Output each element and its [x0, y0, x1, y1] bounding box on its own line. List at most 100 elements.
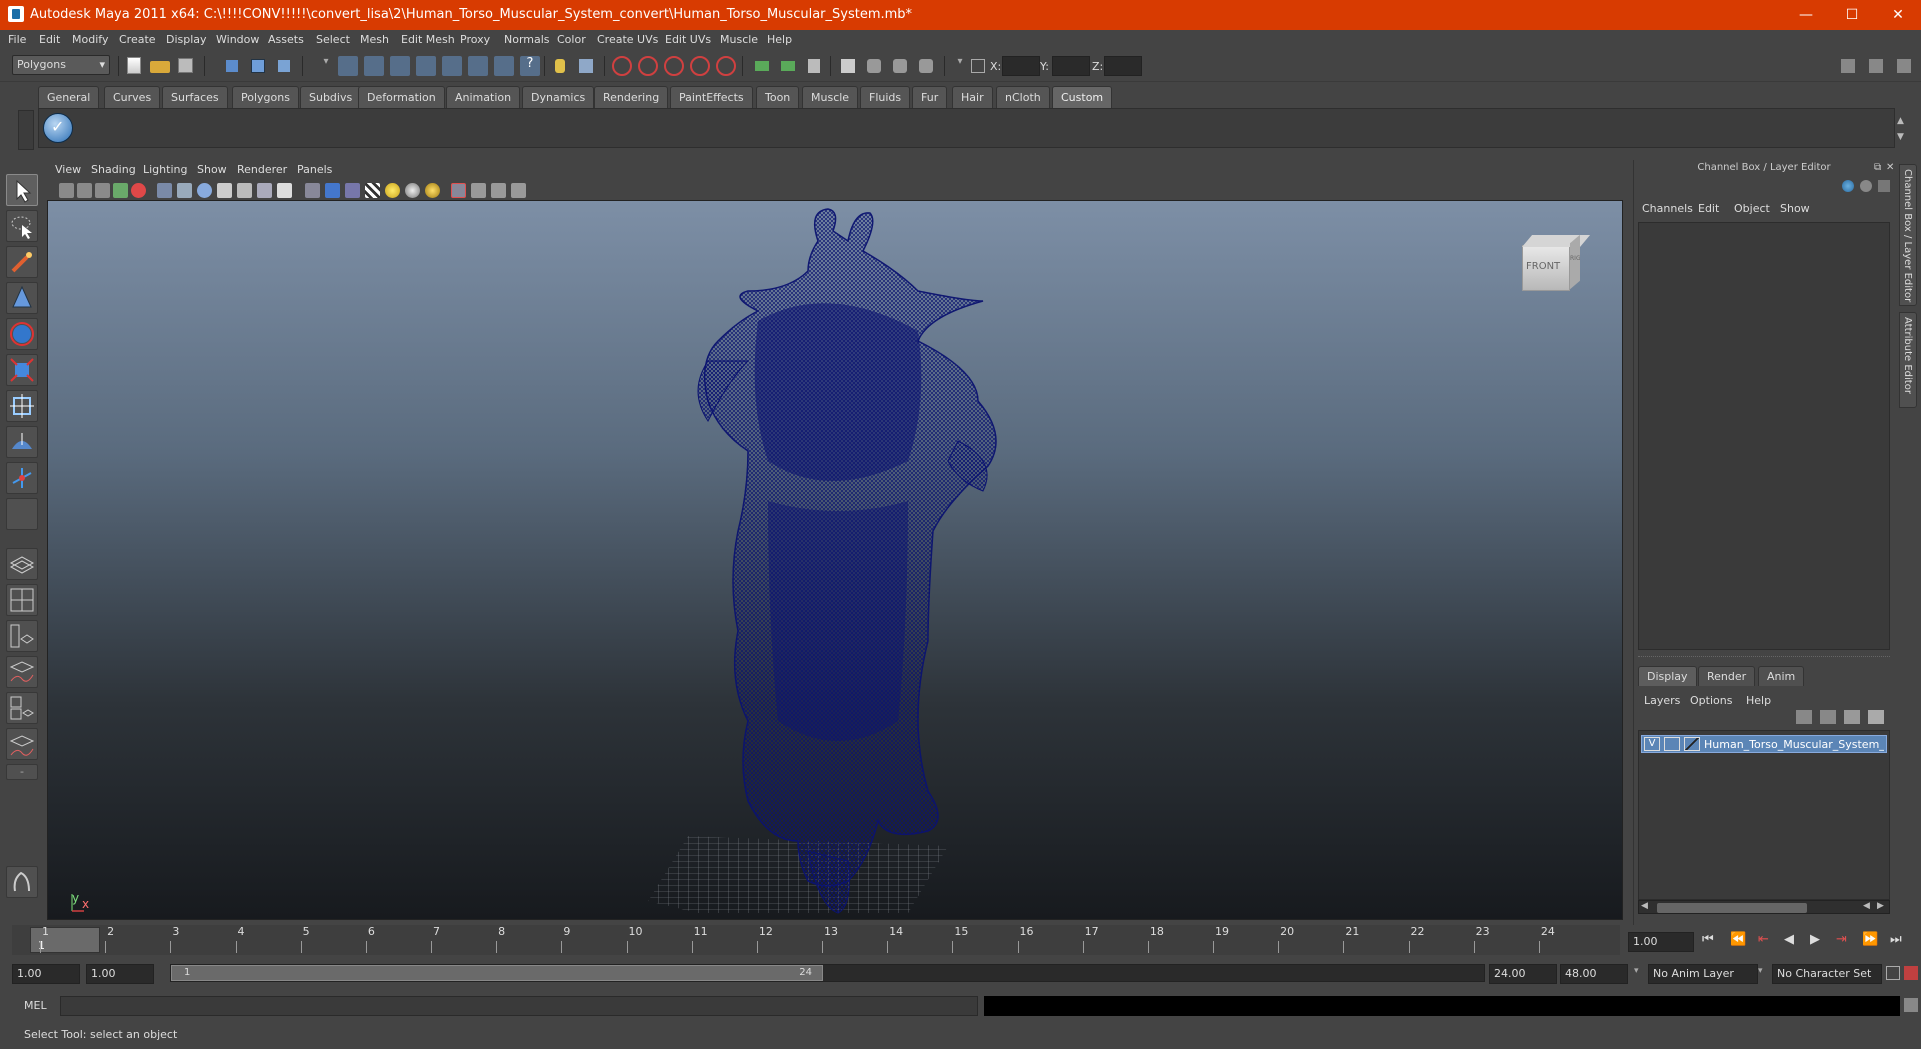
select-camera-icon[interactable] [59, 183, 74, 198]
move-layer-up-icon[interactable] [1796, 710, 1812, 724]
step-back-frame-icon[interactable]: ⇤ [1758, 932, 1769, 947]
ipr-render-icon[interactable] [890, 56, 910, 76]
shelf-tab-subdivs[interactable]: Subdivs [300, 86, 362, 108]
x-input[interactable] [1002, 56, 1040, 76]
show-hide-channel-box-icon[interactable] [1894, 56, 1914, 76]
last-tool-slot-icon[interactable] [6, 498, 38, 530]
construction-history-icon[interactable] [804, 56, 824, 76]
menu-proxy[interactable]: Proxy [460, 33, 490, 46]
select-curves-icon[interactable] [390, 56, 410, 76]
auto-key-icon[interactable] [1886, 966, 1900, 980]
channel-icon-1[interactable] [1842, 180, 1854, 192]
paint-select-tool-icon[interactable] [6, 246, 38, 278]
step-forward-frame-icon[interactable]: ⇥ [1836, 932, 1847, 947]
channel-show-menu[interactable]: Show [1780, 202, 1810, 215]
script-editor-icon[interactable] [1904, 998, 1918, 1012]
show-hide-attribute-editor-icon[interactable] [1838, 56, 1858, 76]
scroll-right-icon[interactable]: ▶ [1877, 901, 1884, 911]
shelf-tab-fluids[interactable]: Fluids [860, 86, 911, 108]
anim-layer-chevron-icon[interactable]: ▾ [1634, 966, 1639, 976]
menu-create[interactable]: Create [119, 33, 156, 46]
safe-action-icon[interactable] [511, 183, 526, 198]
shelf-scroll-down-icon[interactable]: ▼ [1897, 132, 1904, 142]
hypershade-persp-layout-icon[interactable] [6, 692, 38, 724]
z-input[interactable] [1104, 56, 1142, 76]
scale-tool-icon[interactable] [6, 354, 38, 386]
panel-splitter[interactable] [1638, 656, 1890, 659]
play-backwards-icon[interactable]: ◀ [1784, 932, 1794, 947]
shelf-scroll-up-icon[interactable]: ▲ [1897, 116, 1904, 126]
menu-muscle[interactable]: Muscle [720, 33, 758, 46]
layer-tab-render[interactable]: Render [1698, 666, 1756, 686]
y-input[interactable] [1052, 56, 1090, 76]
film-gate-icon[interactable] [471, 183, 486, 198]
anim-layer-dropdown[interactable]: No Anim Layer [1648, 964, 1758, 984]
snap-view-plane-icon[interactable] [690, 56, 710, 76]
viewport-menu-show[interactable]: Show [197, 163, 227, 176]
side-tab-channel-box[interactable]: Channel Box / Layer Editor [1899, 164, 1917, 306]
channels-menu[interactable]: Channels [1642, 202, 1693, 215]
menu-modify[interactable]: Modify [72, 33, 108, 46]
move-layer-down-icon[interactable] [1820, 710, 1836, 724]
render-view-icon[interactable] [838, 56, 858, 76]
viewport-menu-view[interactable]: View [55, 163, 81, 176]
step-forward-key-icon[interactable]: ⏩ [1862, 932, 1878, 947]
menu-create-uvs[interactable]: Create UVs [597, 33, 658, 46]
isolate-select-icon[interactable] [305, 183, 320, 198]
textured-icon[interactable] [277, 183, 292, 198]
shelf-tab-curves[interactable]: Curves [104, 86, 161, 108]
go-to-end-icon[interactable]: ⏭ [1890, 932, 1902, 947]
mode-dropdown[interactable]: Polygons ▾ [12, 55, 110, 75]
input-operations-icon[interactable] [752, 56, 772, 76]
shelf-tab-muscle[interactable]: Muscle [802, 86, 859, 108]
default-material-icon[interactable] [325, 183, 340, 198]
menu-mesh[interactable]: Mesh [360, 33, 389, 46]
playback-end-field[interactable]: 24.00 [1489, 964, 1557, 984]
menu-display[interactable]: Display [166, 33, 207, 46]
step-back-key-icon[interactable]: ⏪ [1730, 932, 1746, 947]
scroll-left-end-icon[interactable]: ◀ [1863, 901, 1870, 911]
channel-icon-3[interactable] [1878, 180, 1890, 192]
four-view-layout-icon[interactable] [6, 584, 38, 616]
playback-start-field[interactable]: 1.00 [86, 964, 154, 984]
layer-tab-anim[interactable]: Anim [1758, 666, 1805, 686]
select-component-icon[interactable] [274, 56, 294, 76]
shelf-tab-deformation[interactable]: Deformation [358, 86, 445, 108]
persp-outliner-layout-icon[interactable] [6, 620, 38, 652]
snap-point-icon[interactable] [664, 56, 684, 76]
layer-display-type-toggle[interactable] [1664, 737, 1680, 751]
viewport-menu-panels[interactable]: Panels [297, 163, 332, 176]
shelf-tab-painteffects[interactable]: PaintEffects [670, 86, 753, 108]
viewcube-right-face[interactable] [1570, 234, 1580, 290]
channel-icon-2[interactable] [1860, 180, 1872, 192]
single-perspective-layout-icon[interactable] [6, 548, 38, 580]
bookmarks-icon[interactable] [95, 183, 110, 198]
command-input[interactable] [60, 996, 978, 1016]
shelf-tab-hair[interactable]: Hair [952, 86, 993, 108]
shelf-tab-surfaces[interactable]: Surfaces [162, 86, 228, 108]
show-hide-tool-settings-icon[interactable] [1866, 56, 1886, 76]
menu-edit-uvs[interactable]: Edit UVs [665, 33, 711, 46]
go-to-start-icon[interactable]: ⏮ [1702, 932, 1714, 947]
2d-pan-zoom-icon[interactable] [131, 183, 146, 198]
lock-selection-icon[interactable] [550, 56, 570, 76]
persp-graph-outliner-layout-icon[interactable] [6, 728, 38, 760]
side-tab-attribute-editor[interactable]: Attribute Editor [1899, 312, 1917, 408]
select-misc-icon[interactable]: ? [520, 56, 540, 76]
select-tool-icon[interactable] [6, 174, 38, 206]
layer-color-swatch[interactable] [1684, 737, 1700, 751]
menu-help[interactable]: Help [767, 33, 792, 46]
menu-normals[interactable]: Normals [504, 33, 550, 46]
scroll-left-icon[interactable]: ◀ [1641, 901, 1648, 911]
resolution-gate-icon[interactable] [451, 183, 466, 198]
select-dynamics-icon[interactable] [468, 56, 488, 76]
absolute-transform-icon[interactable] [968, 56, 988, 76]
select-deformations-icon[interactable] [442, 56, 462, 76]
select-rendering-icon[interactable] [494, 56, 514, 76]
snap-grid-icon[interactable] [612, 56, 632, 76]
output-operations-icon[interactable] [778, 56, 798, 76]
animation-preferences-icon[interactable] [1904, 966, 1918, 980]
shadows-icon[interactable] [385, 183, 400, 198]
camera-attributes-icon[interactable] [77, 183, 92, 198]
menu-select[interactable]: Select [316, 33, 350, 46]
